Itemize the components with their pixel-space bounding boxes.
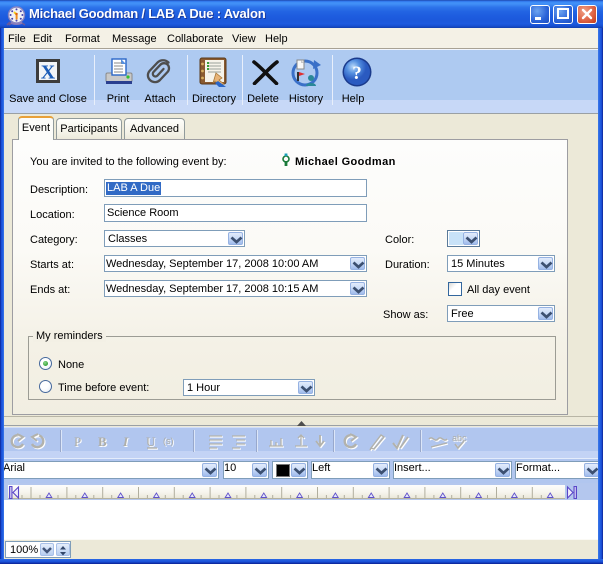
svg-text:X: X [41, 62, 56, 84]
svg-text:abc: abc [452, 433, 467, 443]
svg-text:(s): (s) [163, 436, 174, 446]
svg-text:P: P [74, 434, 81, 449]
svg-text:U: U [146, 434, 156, 449]
svg-text:I: I [122, 434, 129, 449]
svg-text:B: B [98, 434, 107, 449]
svg-text:?: ? [352, 63, 362, 84]
